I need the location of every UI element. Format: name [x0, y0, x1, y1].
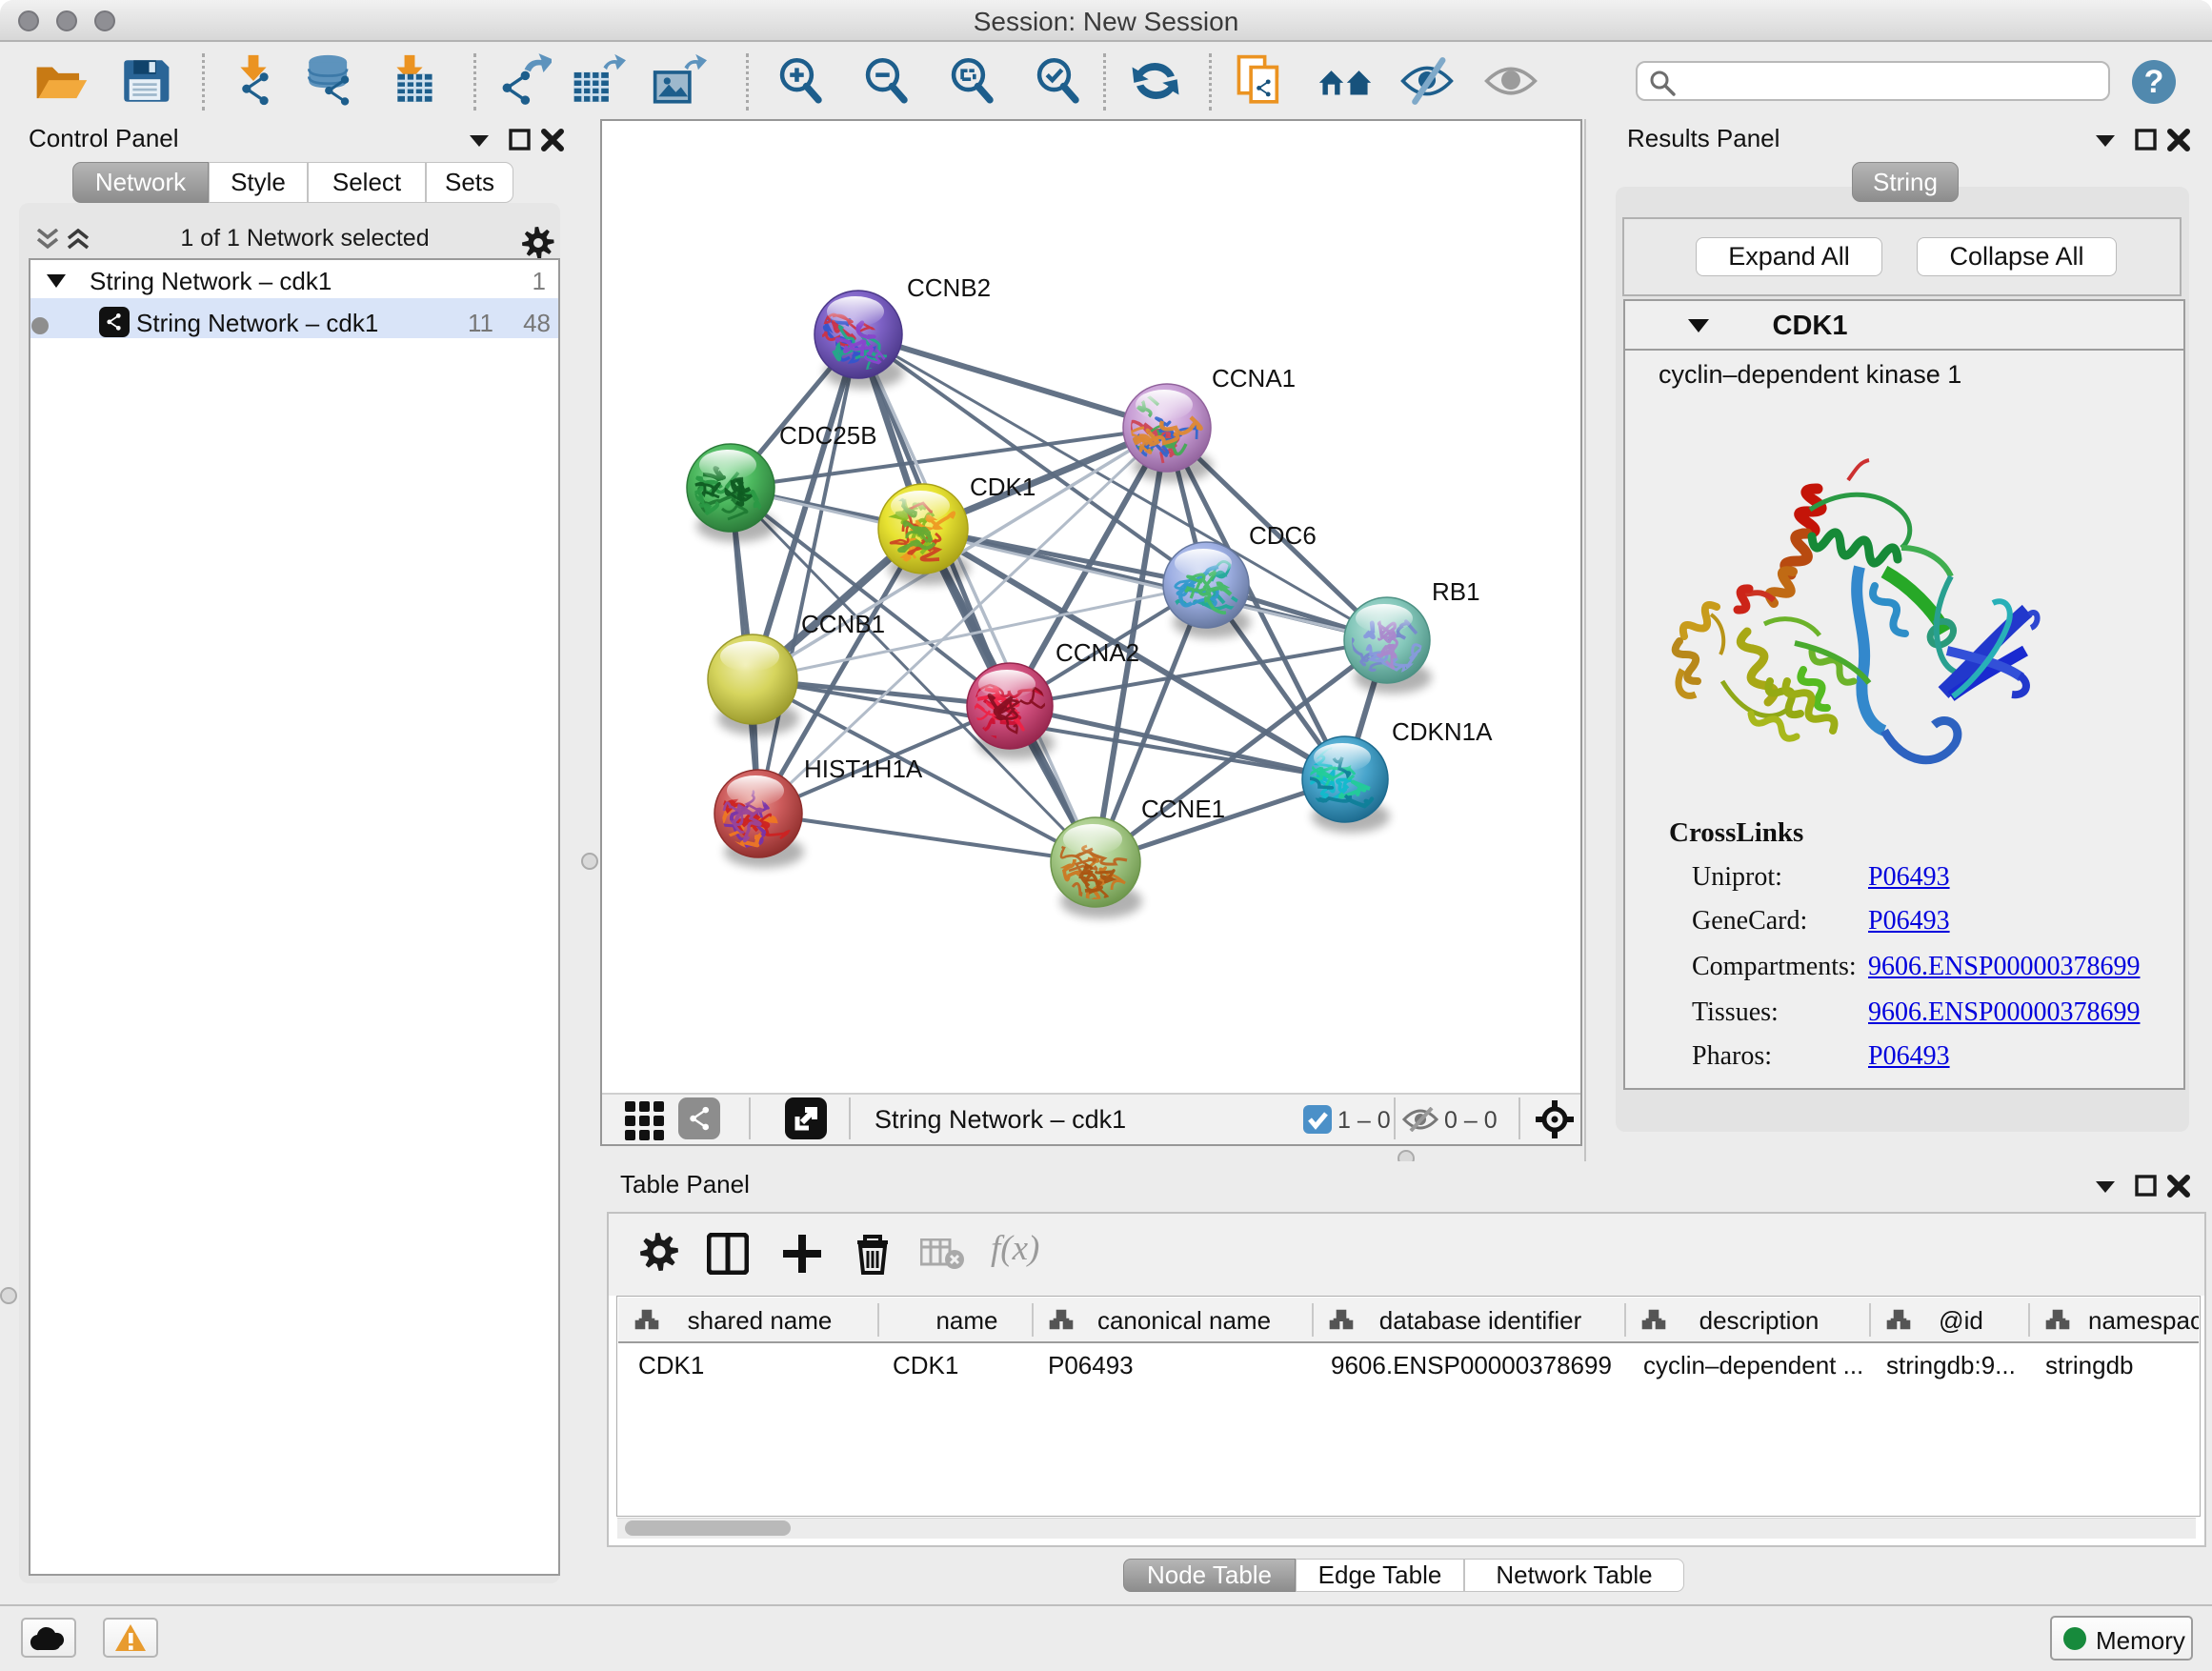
- svg-text:CCNB2: CCNB2: [907, 273, 991, 302]
- svg-text:9606.ENSP00000378699: 9606.ENSP00000378699: [1331, 1351, 1612, 1379]
- svg-text:description: description: [1699, 1306, 1820, 1335]
- svg-text:stringdb:9...: stringdb:9...: [1886, 1351, 2016, 1379]
- svg-text:name: name: [935, 1306, 997, 1335]
- svg-text:database identifier: database identifier: [1379, 1306, 1582, 1335]
- svg-text:namespac: namespac: [2088, 1306, 2199, 1335]
- svg-text:stringdb: stringdb: [2045, 1351, 2134, 1379]
- svg-text:CDK1: CDK1: [970, 473, 1036, 501]
- svg-text:CDC25B: CDC25B: [779, 421, 877, 450]
- svg-text:canonical name: canonical name: [1097, 1306, 1271, 1335]
- svg-text:CDKN1A: CDKN1A: [1392, 717, 1493, 746]
- svg-text:CCNA1: CCNA1: [1212, 364, 1296, 393]
- svg-text:HIST1H1A: HIST1H1A: [804, 755, 923, 783]
- svg-text:CDK1: CDK1: [638, 1351, 704, 1379]
- svg-text:@id: @id: [1939, 1306, 1983, 1335]
- svg-text:RB1: RB1: [1432, 577, 1480, 606]
- svg-text:CCNE1: CCNE1: [1141, 795, 1225, 823]
- svg-text:shared name: shared name: [688, 1306, 833, 1335]
- svg-text:cyclin–dependent ...: cyclin–dependent ...: [1643, 1351, 1863, 1379]
- svg-text:CDK1: CDK1: [893, 1351, 958, 1379]
- svg-text:CCNA2: CCNA2: [1056, 638, 1139, 667]
- svg-text:P06493: P06493: [1048, 1351, 1134, 1379]
- svg-text:CCNB1: CCNB1: [801, 610, 885, 638]
- svg-text:CDC6: CDC6: [1249, 521, 1317, 550]
